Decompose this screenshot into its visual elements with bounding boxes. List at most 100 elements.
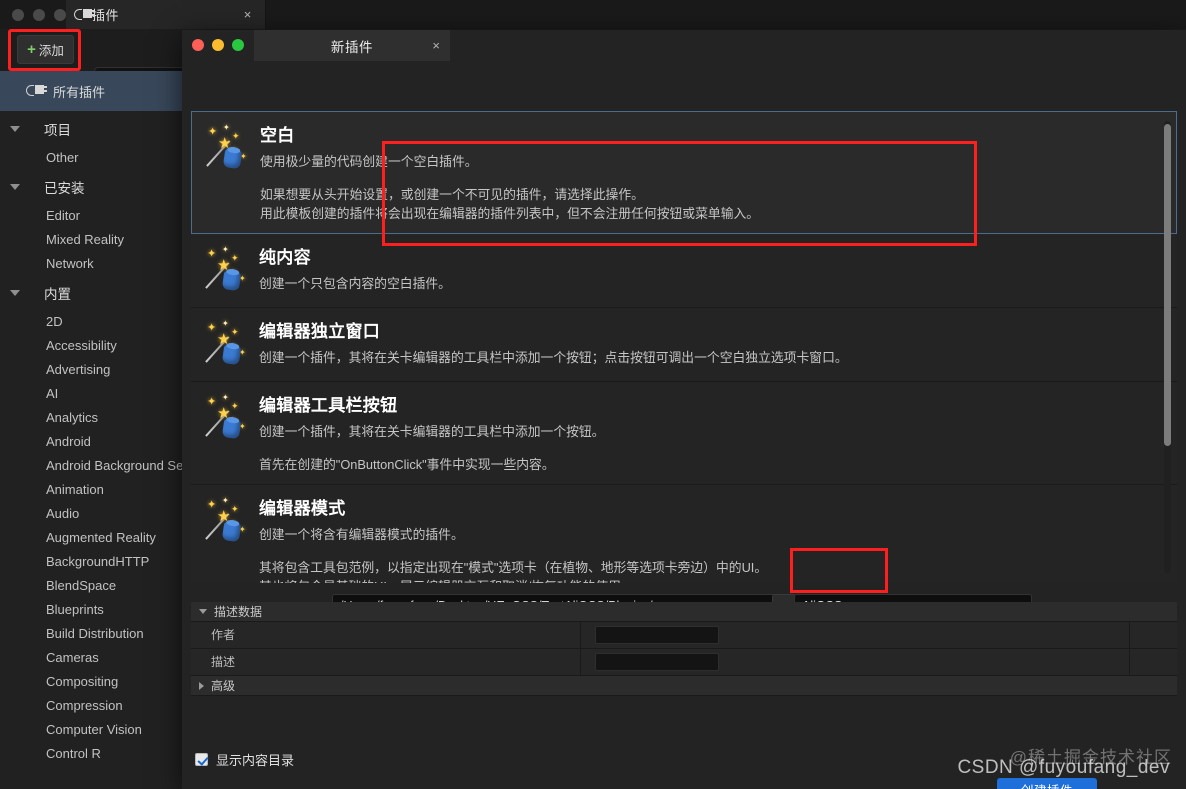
chevron-down-icon (199, 609, 207, 614)
template-title: 编辑器模式 (259, 499, 346, 518)
new-plugin-dialog: 新插件 × 选择一个模板然后指定命名来新建插件。 ✦✦★ ✦★✦ 空白 使用极少… (182, 30, 1186, 789)
sidebar-item-cameras[interactable]: Cameras (0, 645, 186, 669)
template-desc-line: 使用极少量的代码创建一个空白插件。 (260, 154, 478, 169)
template-row-editor-toolbar-button[interactable]: ✦✦★ ✦★✦ 编辑器工具栏按钮 创建一个插件，其将在关卡编辑器的工具栏中添加一… (191, 382, 1177, 485)
sidebar-item-compositing[interactable]: Compositing (0, 669, 186, 693)
sidebar-item-augmented-reality[interactable]: Augmented Reality (0, 525, 186, 549)
sidebar-item-computer-vision[interactable]: Computer Vision (0, 717, 186, 741)
property-spacer (1129, 648, 1177, 676)
property-field-author (581, 626, 1129, 644)
sidebar-item-other[interactable]: Other (0, 145, 186, 169)
close-icon[interactable]: × (240, 7, 255, 22)
template-desc-line: 创建一个将含有编辑器模式的插件。 (259, 527, 464, 542)
chevron-down-icon (10, 126, 20, 132)
sidebar-item-audio[interactable]: Audio (0, 501, 186, 525)
maximize-window-dot[interactable] (54, 9, 66, 21)
template-desc-line: 创建一个插件，其将在关卡编辑器的工具栏中添加一个按钮；点击按钮可调出一个空白独立… (259, 350, 848, 365)
property-row-author: 作者 (191, 621, 1177, 649)
sidebar-item-android[interactable]: Android (0, 429, 186, 453)
sidebar-item-build-distribution[interactable]: Build Distribution (0, 621, 186, 645)
sidebar-item-analytics[interactable]: Analytics (0, 405, 186, 429)
dialog-minimize-dot[interactable] (212, 39, 224, 51)
magic-wand-icon: ✦✦★ ✦★✦ (203, 494, 259, 583)
property-label-description: 描述 (191, 648, 581, 676)
sidebar-item-editor[interactable]: Editor (0, 203, 186, 227)
sidebar-item-advertising[interactable]: Advertising (0, 357, 186, 381)
sidebar-item-backgroundhttp[interactable]: BackgroundHTTP (0, 549, 186, 573)
dialog-title: 新插件 (330, 39, 374, 55)
description-input[interactable] (595, 653, 719, 671)
sidebar-group-installed[interactable]: 已安装 (0, 171, 186, 203)
sidebar-item-control-rig[interactable]: Control R (0, 741, 186, 765)
sidebar-item-network[interactable]: Network (0, 251, 186, 275)
descriptor-section-label: 描述数据 (214, 605, 263, 619)
add-button-label: 添加 (38, 44, 64, 58)
dialog-maximize-dot[interactable] (232, 39, 244, 51)
minimize-window-dot[interactable] (33, 9, 45, 21)
sidebar-item-animation[interactable]: Animation (0, 477, 186, 501)
sidebar-group-builtin[interactable]: 内置 (0, 277, 186, 309)
tab-plugins[interactable]: 插件 × (66, 0, 266, 29)
plugins-titlebar: 插件 × (0, 0, 1186, 29)
create-plugin-button[interactable]: 创建插件 (997, 778, 1097, 789)
template-row-content-only[interactable]: ✦✦★ ✦★✦ 纯内容 创建一个只包含内容的空白插件。 (191, 234, 1177, 308)
window-traffic-lights (12, 9, 66, 21)
add-button[interactable]: + 添加 (17, 35, 74, 64)
template-desc-line: 首先在创建的"OnButtonClick"事件中实现一些内容。 (259, 457, 555, 472)
sidebar-group-project-label: 项目 (44, 123, 71, 138)
chevron-down-icon (10, 184, 20, 190)
dialog-traffic-lights (192, 39, 244, 51)
sidebar-group-project[interactable]: 项目 (0, 113, 186, 145)
template-title: 空白 (260, 126, 295, 145)
dialog-titlebar: 新插件 × (182, 30, 1186, 61)
magic-wand-icon: ✦✦★ ✦★✦ (203, 391, 259, 474)
sidebar-item-blueprints[interactable]: Blueprints (0, 597, 186, 621)
advanced-section-label: 高级 (211, 679, 236, 693)
template-desc-line: 用此模板创建的插件将会出现在编辑器的插件列表中，但不会注册任何按钮或菜单输入。 (260, 206, 760, 221)
author-input[interactable] (595, 626, 719, 644)
plus-icon: + (27, 41, 36, 58)
show-content-directory-row[interactable]: 显示内容目录 (191, 745, 1177, 773)
sidebar-item-android-background-se[interactable]: Android Background Se (0, 453, 186, 477)
plug-icon (74, 8, 95, 22)
template-title: 纯内容 (259, 248, 311, 267)
dialog-tab[interactable]: 新插件 × (254, 30, 450, 61)
sidebar-group-builtin-label: 内置 (44, 287, 71, 302)
template-title: 编辑器独立窗口 (259, 322, 381, 341)
sidebar-item-mixed-reality[interactable]: Mixed Reality (0, 227, 186, 251)
template-desc-line: 创建一个插件，其将在关卡编辑器的工具栏中添加一个按钮。 (259, 424, 605, 439)
close-icon[interactable]: × (432, 38, 440, 53)
sidebar-item-ai[interactable]: AI (0, 381, 186, 405)
property-spacer (1129, 621, 1177, 649)
sidebar-group-installed-label: 已安装 (44, 181, 85, 196)
sidebar-item-compression[interactable]: Compression (0, 693, 186, 717)
template-row-editor-mode[interactable]: ✦✦★ ✦★✦ 编辑器模式 创建一个将含有编辑器模式的插件。 其将包含工具包范例… (191, 485, 1177, 583)
template-row-blank[interactable]: ✦✦★ ✦★✦ 空白 使用极少量的代码创建一个空白插件。 如果想要从头开始设置，… (191, 111, 1177, 234)
sidebar-item-accessibility[interactable]: Accessibility (0, 333, 186, 357)
magic-wand-icon: ✦✦★ ✦★✦ (203, 317, 259, 371)
sidebar-item-blendspace[interactable]: BlendSpace (0, 573, 186, 597)
property-row-description: 描述 (191, 648, 1177, 676)
sidebar-item-all-plugins-label: 所有插件 (53, 84, 106, 100)
tab-plugins-label: 插件 (92, 8, 120, 23)
template-list-scrollbar[interactable] (1164, 124, 1171, 446)
show-content-directory-checkbox[interactable] (195, 752, 208, 766)
descriptor-section-header[interactable]: 描述数据 (191, 602, 1177, 622)
template-desc-line: 创建一个只包含内容的空白插件。 (259, 276, 451, 291)
magic-wand-icon: ✦✦★ ✦★✦ (204, 121, 260, 223)
advanced-section-header[interactable]: 高级 (191, 676, 1177, 696)
template-desc-line: 其将包含工具包范例，以指定出现在"模式"选项卡（在植物、地形等选项卡旁边）中的U… (259, 560, 768, 575)
template-list[interactable]: ✦✦★ ✦★✦ 空白 使用极少量的代码创建一个空白插件。 如果想要从头开始设置，… (191, 111, 1177, 583)
app-root: 插件 × + 添加 搜索 所有插件 (0, 0, 1186, 789)
descriptor-section: 描述数据 作者 描述 高级 (191, 602, 1177, 696)
plug-icon (26, 84, 47, 98)
chevron-down-icon (10, 290, 20, 296)
magic-wand-icon: ✦✦★ ✦★✦ (203, 243, 259, 297)
chevron-right-icon (199, 681, 204, 690)
dialog-close-dot[interactable] (192, 39, 204, 51)
template-row-editor-standalone-window[interactable]: ✦✦★ ✦★✦ 编辑器独立窗口 创建一个插件，其将在关卡编辑器的工具栏中添加一个… (191, 308, 1177, 382)
sidebar-item-all-plugins[interactable]: 所有插件 (0, 71, 186, 111)
close-window-dot[interactable] (12, 9, 24, 21)
sidebar-item-2d[interactable]: 2D (0, 309, 186, 333)
template-desc-line: 如果想要从头开始设置，或创建一个不可见的插件，请选择此操作。 (260, 187, 644, 202)
